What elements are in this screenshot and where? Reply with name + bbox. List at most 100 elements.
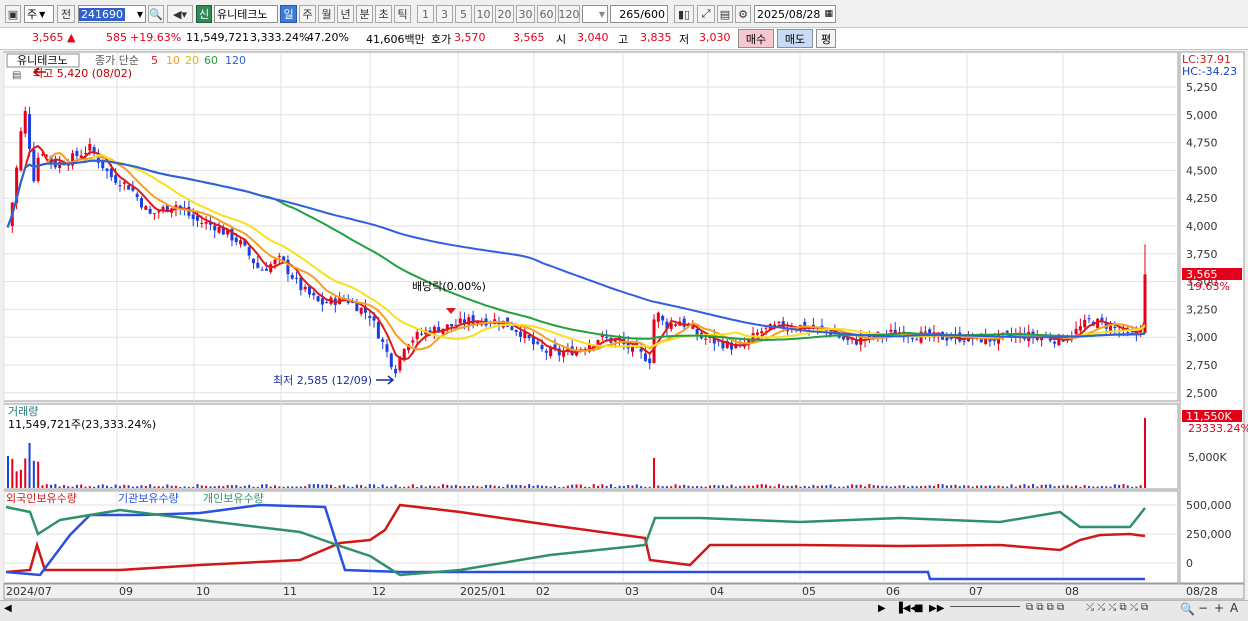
- sound-icon[interactable]: ◀▾: [167, 5, 193, 23]
- volume-bar: [15, 471, 18, 488]
- prev-button[interactable]: 전: [57, 5, 75, 23]
- period-month[interactable]: 월: [318, 5, 335, 23]
- price-change-pct: +19.63%: [130, 31, 182, 44]
- volume-bar: [7, 455, 9, 488]
- sell-button[interactable]: 매도: [777, 29, 813, 48]
- period-second[interactable]: 초: [375, 5, 392, 23]
- candle-body: [889, 329, 893, 332]
- eval-button[interactable]: 평: [816, 29, 836, 48]
- volume-bar: [226, 485, 229, 488]
- candle-body: [376, 321, 380, 339]
- candle-body: [1074, 328, 1078, 335]
- interval-10[interactable]: 10: [474, 5, 493, 23]
- candle-body: [1126, 332, 1130, 334]
- interval-60[interactable]: 60: [537, 5, 556, 23]
- period-tick[interactable]: 틱: [394, 5, 411, 23]
- interval-5[interactable]: 5: [455, 5, 472, 23]
- high-annotation: 최고 5,420 (08/02): [33, 67, 132, 80]
- date-input[interactable]: 2025/08/28 ▦: [754, 5, 836, 23]
- volume-ratio: 3,333.24%: [250, 31, 310, 44]
- candle-body: [144, 206, 148, 210]
- period-day[interactable]: 일: [280, 5, 297, 23]
- x-tick-label: 02: [536, 585, 550, 598]
- low-annotation: 최저 2,585 (12/09): [273, 374, 372, 387]
- scroll-right-icon[interactable]: ▶: [878, 603, 886, 614]
- x-tick-label: 09: [119, 585, 133, 598]
- volume-bar: [222, 486, 225, 488]
- volume-bar: [50, 484, 53, 488]
- legend-ma5: 5: [151, 54, 158, 67]
- period-week[interactable]: 주: [299, 5, 316, 23]
- interval-30[interactable]: 30: [516, 5, 535, 23]
- tool-icons[interactable]: ⤯ ⤯ ⤯ ⧉ ⤯ ⧉: [1086, 602, 1148, 613]
- volume-bar: [54, 484, 57, 488]
- volume-bar: [476, 486, 479, 488]
- volume-bar: [433, 486, 436, 488]
- volume-bar: [958, 486, 961, 488]
- legend-ma120: 120: [225, 54, 246, 67]
- volume-bar: [187, 486, 190, 488]
- window-icon[interactable]: ▣: [5, 5, 21, 23]
- period-year[interactable]: 년: [337, 5, 354, 23]
- period-minute[interactable]: 분: [356, 5, 373, 23]
- volume-bar: [162, 486, 165, 488]
- candle-icon[interactable]: ▮▯: [674, 5, 694, 23]
- interval-1[interactable]: 1: [417, 5, 434, 23]
- new-badge: 신: [196, 5, 212, 23]
- candle-body: [1048, 339, 1052, 341]
- candle-body: [962, 340, 966, 342]
- candle-body: [359, 307, 363, 314]
- ask-price: 3,570: [454, 31, 486, 44]
- stop-icon[interactable]: ■: [914, 603, 923, 614]
- candle-body: [140, 198, 144, 208]
- candle-body: [75, 151, 79, 157]
- speed-slider[interactable]: [950, 606, 1020, 610]
- volume-bar: [665, 486, 668, 488]
- interval-20[interactable]: 20: [495, 5, 514, 23]
- volume-bar: [549, 486, 552, 488]
- x-tick-label: 08/28: [1186, 585, 1218, 598]
- layout-icons[interactable]: ⧉ ⧉ ⧉ ⧉: [1026, 602, 1064, 613]
- volume-bar: [704, 486, 707, 488]
- holding-inst-label: 기관보유수량: [118, 492, 179, 505]
- search-icon[interactable]: 🔍: [148, 5, 164, 23]
- save-icon[interactable]: ▤: [717, 5, 733, 23]
- x-tick-label: 10: [196, 585, 210, 598]
- volume-bar: [75, 484, 78, 488]
- candle-body: [514, 330, 518, 332]
- candle-body: [320, 298, 324, 305]
- volume-bar: [855, 484, 858, 488]
- play-icon[interactable]: ▶▶: [929, 603, 944, 614]
- period-unit-select[interactable]: 주 ▼: [24, 5, 54, 23]
- volume-bar: [101, 484, 104, 488]
- price-tick-label: 3,250: [1186, 303, 1218, 316]
- volume-bar: [450, 485, 453, 488]
- volume-bar: [790, 485, 793, 488]
- volume-bar: [726, 486, 729, 488]
- volume-bar: [747, 485, 750, 488]
- scroll-left-icon[interactable]: ◀: [4, 603, 12, 614]
- candle-body: [755, 332, 759, 335]
- volume-bar: [902, 485, 905, 488]
- buy-button[interactable]: 매수: [738, 29, 774, 48]
- volume-bar: [1144, 418, 1146, 488]
- draw-icon[interactable]: ⤢: [697, 5, 715, 23]
- interval-3[interactable]: 3: [436, 5, 453, 23]
- interval-custom-input[interactable]: ▼: [582, 5, 608, 23]
- gear-icon[interactable]: ⚙: [735, 5, 751, 23]
- volume-bar: [24, 458, 27, 488]
- font-icon[interactable]: A: [1230, 601, 1238, 615]
- volume-bar: [41, 485, 44, 488]
- interval-120[interactable]: 120: [558, 5, 580, 23]
- plus-icon[interactable]: +: [1214, 601, 1224, 615]
- bar-count-input[interactable]: 265/600: [610, 5, 668, 23]
- candle-body: [260, 269, 264, 271]
- panel-icon[interactable]: ▤: [12, 70, 21, 81]
- volume-bar: [988, 485, 991, 488]
- dividend-annotation: 배당락(0.00%): [412, 280, 486, 293]
- candle-body: [109, 168, 113, 178]
- stock-code-input[interactable]: 241690 ▼: [78, 5, 146, 23]
- volume-bar: [756, 484, 759, 488]
- zoom-out-icon[interactable]: 🔍: [1180, 602, 1195, 616]
- minus-icon[interactable]: −: [1198, 601, 1208, 615]
